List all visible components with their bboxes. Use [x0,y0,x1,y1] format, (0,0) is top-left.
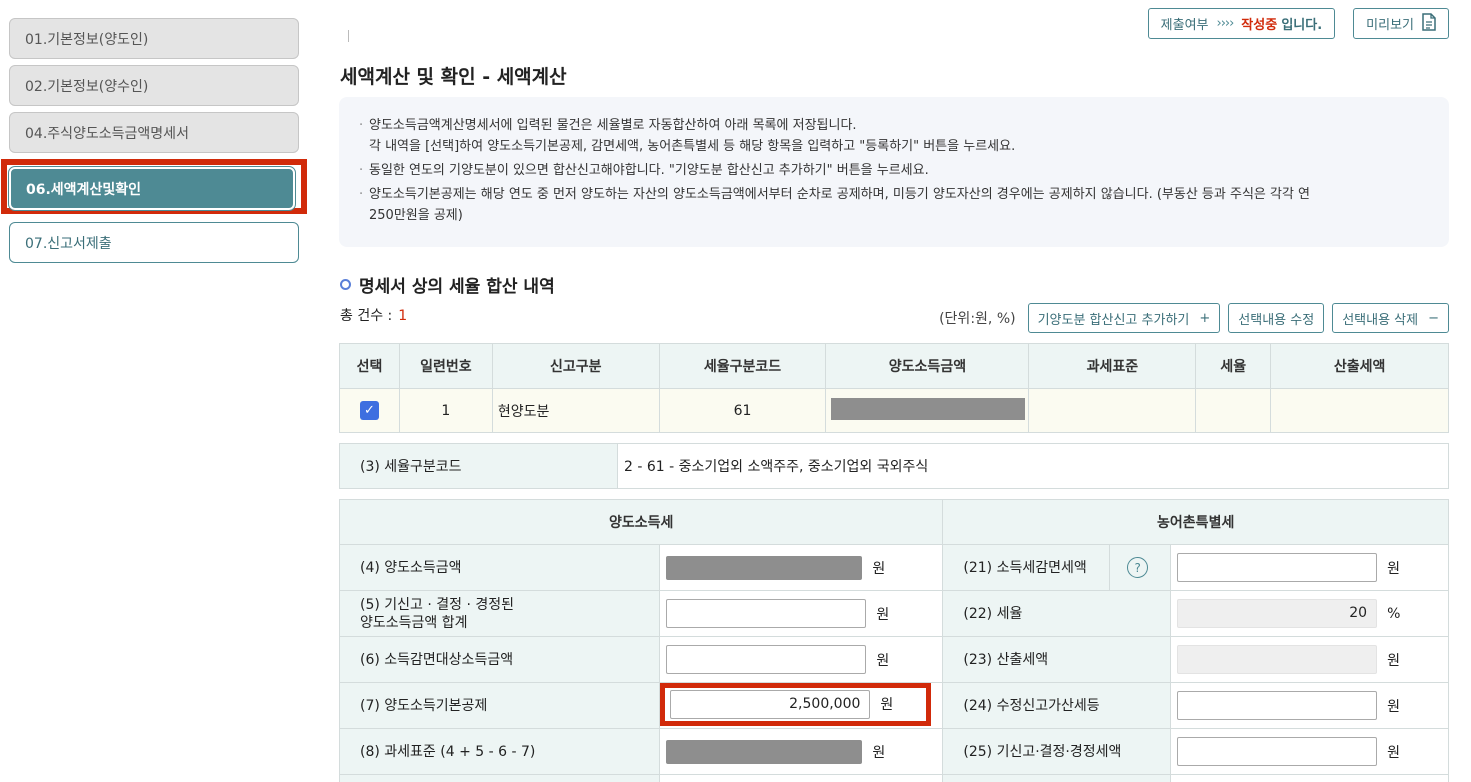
rate-code-label: (3) 세율구분코드 [339,443,618,489]
rural-special-tax-header: 농어촌특별세 [942,499,1449,545]
col-tax-base: 과세표준 [1028,343,1197,389]
field-label: (7) 양도소득기본공제 [338,682,661,729]
col-calculated-tax: 산출세액 [1270,343,1449,389]
field-label: (21) 소득세감면세액 [942,544,1110,591]
bullet-ring-icon [340,279,351,290]
detail-table: 양도소득세 농어촌특별세 (4) 양도소득금액 원 (21) 소득세감면세액 ?… [338,499,1449,782]
tax-reduction-input[interactable] [1177,553,1378,582]
total-count: 총 건수 :1 [340,308,408,324]
basic-deduction-input[interactable]: 2,500,000 [670,689,871,719]
page-title: 세액계산 및 확인 - 세액계산 [340,66,567,88]
sidebar-active-highlight: 06.세액계산및확인 [1,159,307,214]
document-icon [1422,12,1436,35]
edit-selected-button[interactable]: 선택내용 수정 [1228,303,1325,333]
cell-seq: 1 [398,388,493,433]
divider [348,30,349,42]
cell-rate [1195,388,1272,433]
col-rate-code: 세율구분코드 [658,343,827,389]
row-checkbox[interactable]: ✓ [359,401,379,420]
step-sidebar: 01.기본정보(양도인) 02.기본정보(양수인) 04.주식양도소득금액명세서… [1,18,307,269]
sidebar-item-tax-calculation[interactable]: 06.세액계산및확인 [8,166,296,211]
rural-tax-rate-field: 20 [1177,599,1378,628]
preview-label: 미리보기 [1366,18,1414,33]
col-seq: 일련번호 [398,343,493,389]
status-word: 작성중 [1241,18,1278,33]
cell-report-type: 현양도분 [491,388,660,433]
prior-reported-tax-input[interactable] [1177,737,1378,766]
field-label: (22) 세율 [942,590,1172,637]
col-rate: 세율 [1195,343,1272,389]
help-icon[interactable]: ? [1127,557,1149,578]
arrows-icon: ›››› [1216,16,1235,31]
table-header-row: 선택 일련번호 신고구분 세율구분코드 양도소득금액 과세표준 세율 산출세액 [339,343,1449,389]
unit-label: (단위:원, %) [939,311,1016,327]
sidebar-item-submit-return[interactable]: 07.신고서제출 [9,222,299,263]
capital-gains-tax-header: 양도소득세 [338,499,944,545]
rate-code-value: 2 - 61 - 중소기업외 소액주주, 중소기업외 국외주식 [617,443,1449,489]
col-income: 양도소득금액 [825,343,1030,389]
tax-base-field [666,739,863,764]
field-label: (5) 기신고 · 결정 · 경정된 양도소득금액 합계 [338,590,661,637]
count-value: 1 [398,308,408,324]
table-row[interactable]: ✓ 1 현양도분 61 [339,388,1449,433]
sidebar-item-stock-transfer-statement[interactable]: 04.주식양도소득금액명세서 [9,112,299,153]
notice-box: 양도소득금액계산명세서에 입력된 물건은 세율별로 자동합산하여 아래 목록에 … [339,97,1449,247]
sidebar-item-basic-info-buyer[interactable]: 02.기본정보(양수인) [9,65,299,106]
preview-button[interactable]: 미리보기 [1353,8,1449,39]
field-label: (25) 기신고·결정·경정세액 [942,728,1172,775]
masked-value [831,397,1026,420]
table-actions: (단위:원, %) 기양도분 합산신고 추가하기 + 선택내용 수정 선택내용 삭… [939,303,1449,333]
submit-status-button[interactable]: 제출여부 ›››› 작성중 입니다. [1147,8,1336,39]
col-select: 선택 [339,343,400,389]
transfer-income-field [666,555,863,580]
reduction-target-income-input[interactable] [666,645,867,674]
prior-reported-income-input[interactable] [666,599,867,628]
notice-item: 양도소득기본공제는 해당 연도 중 먼저 양도하는 자산의 양도소득금액에서부터… [359,184,1429,226]
notice-item: 양도소득금액계산명세서에 입력된 물건은 세율별로 자동합산하여 아래 목록에 … [359,115,1429,157]
sidebar-item-basic-info-seller[interactable]: 01.기본정보(양도인) [9,18,299,59]
field-label: (8) 과세표준 (4 + 5 - 6 - 7) [338,728,661,775]
summary-table: 선택 일련번호 신고구분 세율구분코드 양도소득금액 과세표준 세율 산출세액 … [339,343,1449,433]
submit-status-label: 제출여부 [1160,18,1209,33]
top-toolbar: 제출여부 ›››› 작성중 입니다. 미리보기 [1147,8,1449,39]
amended-penalty-input[interactable] [1177,691,1378,720]
delete-selected-button[interactable]: 선택내용 삭제 − [1332,303,1449,333]
minus-icon: − [1428,310,1439,326]
col-report-type: 신고구분 [491,343,660,389]
cell-rate-code: 61 [658,388,827,433]
field-label: (23) 산출세액 [942,636,1172,683]
cell-tax-base [1028,388,1197,433]
highlight-box: 2,500,000 원 [660,682,932,726]
field-label: (6) 소득감면대상소득금액 [338,636,661,683]
notice-item: 동일한 연도의 기양도분이 있으면 합산신고해야합니다. "기양도분 합산신고 … [359,160,1429,181]
rural-calculated-tax-field [1177,645,1378,674]
section-title: 명세서 상의 세율 합산 내역 [340,272,555,297]
field-label: (24) 수정신고가산세등 [942,682,1172,729]
add-prior-transfer-button[interactable]: 기양도분 합산신고 추가하기 + [1027,303,1221,333]
cell-calculated-tax [1270,388,1449,433]
plus-icon: + [1199,310,1211,326]
rate-code-table: (3) 세율구분코드 2 - 61 - 중소기업외 소액주주, 중소기업외 국외… [339,443,1449,489]
field-label: (4) 양도소득금액 [338,544,661,591]
status-suffix: 입니다. [1281,18,1323,33]
